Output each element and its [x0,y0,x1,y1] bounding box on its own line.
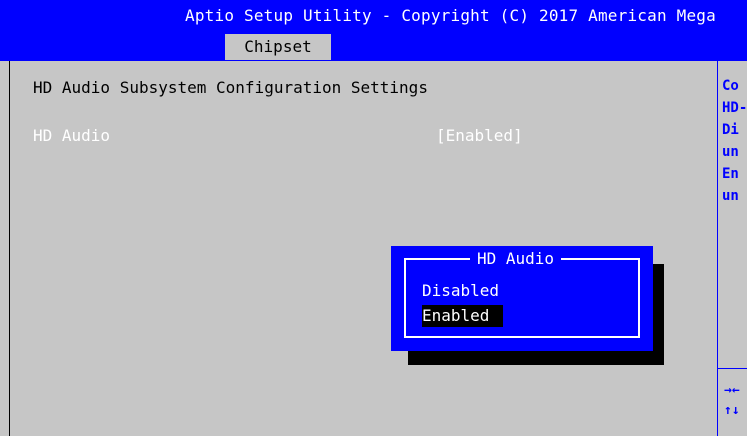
help-line: un [722,188,739,204]
help-line: Di [722,122,739,138]
left-right-arrows-icon: →← [724,383,740,398]
popup-title: HD Audio [470,249,562,268]
help-line: En [722,166,739,182]
title-bar: Aptio Setup Utility - Copyright (C) 2017… [0,0,747,61]
section-heading: HD Audio Subsystem Configuration Setting… [33,78,428,97]
tab-chipset[interactable]: Chipset [225,34,331,60]
title-text: Aptio Setup Utility - Copyright (C) 2017… [185,6,716,25]
help-line: HD- [722,100,747,116]
help-separator [717,368,747,369]
option-enabled[interactable]: Enabled [422,305,504,327]
help-line: Co [722,78,739,94]
option-disabled[interactable]: Disabled [422,280,499,302]
setting-label-hd-audio[interactable]: HD Audio [33,126,110,145]
help-line: un [722,144,739,160]
up-down-arrows-icon: ↑↓ [724,403,740,418]
setting-value-hd-audio[interactable]: [Enabled] [436,126,523,145]
help-pane [717,61,747,436]
